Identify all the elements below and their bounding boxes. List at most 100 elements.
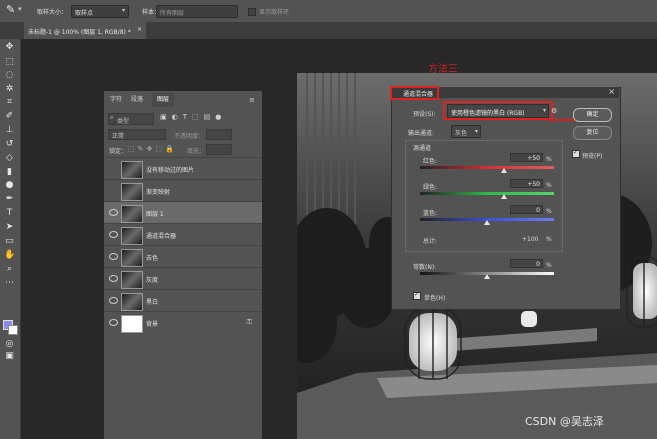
blue-value-field[interactable]: 0 xyxy=(510,205,543,214)
panel-menu-icon[interactable]: ≡ xyxy=(249,96,255,104)
constant-label: 常数(N): xyxy=(413,264,437,271)
search-icon: ⌕ xyxy=(110,114,114,121)
visibility-eye-icon[interactable] xyxy=(109,319,118,326)
red-percent: % xyxy=(546,156,552,163)
visibility-eye-icon[interactable] xyxy=(109,231,118,238)
preset-label: 预设(S): xyxy=(413,111,436,118)
constant-slider-thumb[interactable] xyxy=(484,274,490,279)
layer-name: 通道混合器 xyxy=(146,233,177,240)
green-slider-track[interactable] xyxy=(420,192,554,195)
layer-thumbnail xyxy=(121,271,143,289)
visibility-eye-icon[interactable] xyxy=(109,253,118,260)
layer-row[interactable]: 没有移动过的图片 xyxy=(104,157,262,180)
layer-row[interactable]: 通道混合器 xyxy=(104,223,262,246)
tab-paragraph[interactable]: 段落 xyxy=(128,93,146,107)
reset-button[interactable]: 复位 xyxy=(573,126,612,140)
layer-name: 图层 1 xyxy=(146,211,164,218)
chevron-down-icon: ▾ xyxy=(474,128,478,135)
blue-label: 蓝色: xyxy=(423,210,438,217)
layer-name: 背景 xyxy=(146,321,159,328)
stamp-tool-icon[interactable]: ⊥ xyxy=(4,125,15,135)
total-value: +100 xyxy=(522,236,539,243)
red-value-field[interactable]: +50 xyxy=(510,153,543,162)
monochrome-checkbox[interactable]: ✓ xyxy=(413,291,421,300)
quick-select-tool-icon[interactable]: ✲ xyxy=(4,84,15,94)
visibility-eye-icon[interactable] xyxy=(109,275,118,282)
total-percent: % xyxy=(546,236,552,243)
tools-panel: ✥ ⬚ ◌ ✲ ⌗ ✐ ⊥ ↺ ◇ ▮ ● ✒ T ➤ ▭ ✋ ⌕ ⋯ ◎ ▣ xyxy=(0,39,21,439)
fill-label: 填充： xyxy=(187,148,206,155)
background-color-swatch[interactable] xyxy=(8,325,18,335)
pen-tool-icon[interactable]: ✒ xyxy=(4,194,15,204)
path-select-icon[interactable]: ➤ xyxy=(4,222,15,232)
opacity-label: 不透明度： xyxy=(174,133,205,140)
blue-percent: % xyxy=(546,208,552,215)
chevron-down-icon: ▾ xyxy=(121,7,125,14)
show-ring-checkbox[interactable] xyxy=(248,8,256,16)
source-channels-label: 源通道 xyxy=(413,145,432,152)
filter-icons[interactable]: ▣◐T⬚▤● xyxy=(160,113,226,121)
layer-filter-field[interactable]: ⌕ 类型 xyxy=(108,113,154,125)
marquee-tool-icon[interactable]: ⬚ xyxy=(4,57,15,67)
close-icon[interactable]: × xyxy=(137,26,142,33)
sample-size-select[interactable]: 取样点 ▾ xyxy=(71,5,129,18)
fill-field[interactable] xyxy=(206,144,232,155)
green-slider-thumb[interactable] xyxy=(500,194,507,199)
monochrome-label: 单色(H) xyxy=(424,295,446,302)
document-tab[interactable]: 未标题-1 @ 100% (图层 1, RGB/8) * × xyxy=(24,22,146,39)
close-icon[interactable]: × xyxy=(608,87,615,96)
history-brush-icon[interactable]: ↺ xyxy=(4,139,15,149)
extras-icon[interactable]: ⋯ xyxy=(4,278,15,288)
title-highlight-box xyxy=(390,86,439,100)
type-tool-icon[interactable]: T xyxy=(4,208,15,218)
screen-mode-icon[interactable]: ▣ xyxy=(4,351,15,361)
tab-layers[interactable]: 图层 xyxy=(152,93,174,107)
layer-name: 灰度 xyxy=(146,277,159,284)
eyedropper-icon[interactable]: ✎ xyxy=(6,3,15,16)
lock-icons[interactable]: ⬚✎✥⬚🔒 xyxy=(128,145,177,153)
blue-slider-thumb[interactable] xyxy=(484,220,490,225)
crop-tool-icon[interactable]: ⌗ xyxy=(4,97,15,107)
lock-icon: ⚿ xyxy=(246,318,252,326)
red-slider-track[interactable] xyxy=(420,166,554,169)
hand-tool-icon[interactable]: ✋ xyxy=(4,250,15,260)
layer-thumbnail xyxy=(121,161,143,179)
preview-checkbox[interactable]: ✓ xyxy=(572,149,580,158)
lasso-tool-icon[interactable]: ◌ xyxy=(4,70,15,80)
constant-value-field[interactable]: 0 xyxy=(510,259,543,268)
green-percent: % xyxy=(546,182,552,189)
layer-row[interactable]: 渐变映射 xyxy=(104,179,262,202)
tool-preset-chevron-icon[interactable]: ▾ xyxy=(18,5,22,13)
brush-tool-icon[interactable]: ✐ xyxy=(4,111,15,121)
move-tool-icon[interactable]: ✥ xyxy=(4,42,15,52)
red-slider-thumb[interactable] xyxy=(500,168,507,173)
layer-row[interactable]: 灰度 xyxy=(104,267,262,290)
opacity-field[interactable] xyxy=(206,129,232,140)
quick-mask-icon[interactable]: ◎ xyxy=(4,339,15,349)
layer-thumbnail xyxy=(121,249,143,267)
layer-row[interactable]: 背景 ⚿ xyxy=(104,311,262,334)
output-channel-label: 输出通道: xyxy=(408,130,435,137)
tab-character[interactable]: 字符 xyxy=(107,93,125,107)
sample-select[interactable]: 所有图层 xyxy=(156,5,238,18)
visibility-eye-icon[interactable] xyxy=(109,297,118,304)
method-annotation: 方法三 xyxy=(428,64,458,75)
dodge-tool-icon[interactable]: ● xyxy=(4,180,15,190)
eraser-tool-icon[interactable]: ◇ xyxy=(4,153,15,163)
layer-row[interactable]: 去色 xyxy=(104,245,262,268)
output-channel-select[interactable]: 灰色 ▾ xyxy=(451,125,481,138)
layer-row[interactable]: 图层 1 xyxy=(104,201,262,224)
gradient-tool-icon[interactable]: ▮ xyxy=(4,167,15,177)
layer-name: 去色 xyxy=(146,255,159,262)
layer-name: 渐变映射 xyxy=(146,189,171,196)
layer-thumbnail xyxy=(121,205,143,223)
blend-mode-select[interactable]: 正常 xyxy=(108,129,166,140)
zoom-tool-icon[interactable]: ⌕ xyxy=(4,264,15,274)
green-value-field[interactable]: +50 xyxy=(510,179,543,188)
shape-tool-icon[interactable]: ▭ xyxy=(4,236,15,246)
visibility-eye-icon[interactable] xyxy=(109,209,118,216)
ok-button[interactable]: 确定 xyxy=(573,108,612,122)
layer-thumbnail xyxy=(121,315,143,333)
layer-row[interactable]: 黑白 xyxy=(104,289,262,312)
green-label: 绿色: xyxy=(423,184,438,191)
